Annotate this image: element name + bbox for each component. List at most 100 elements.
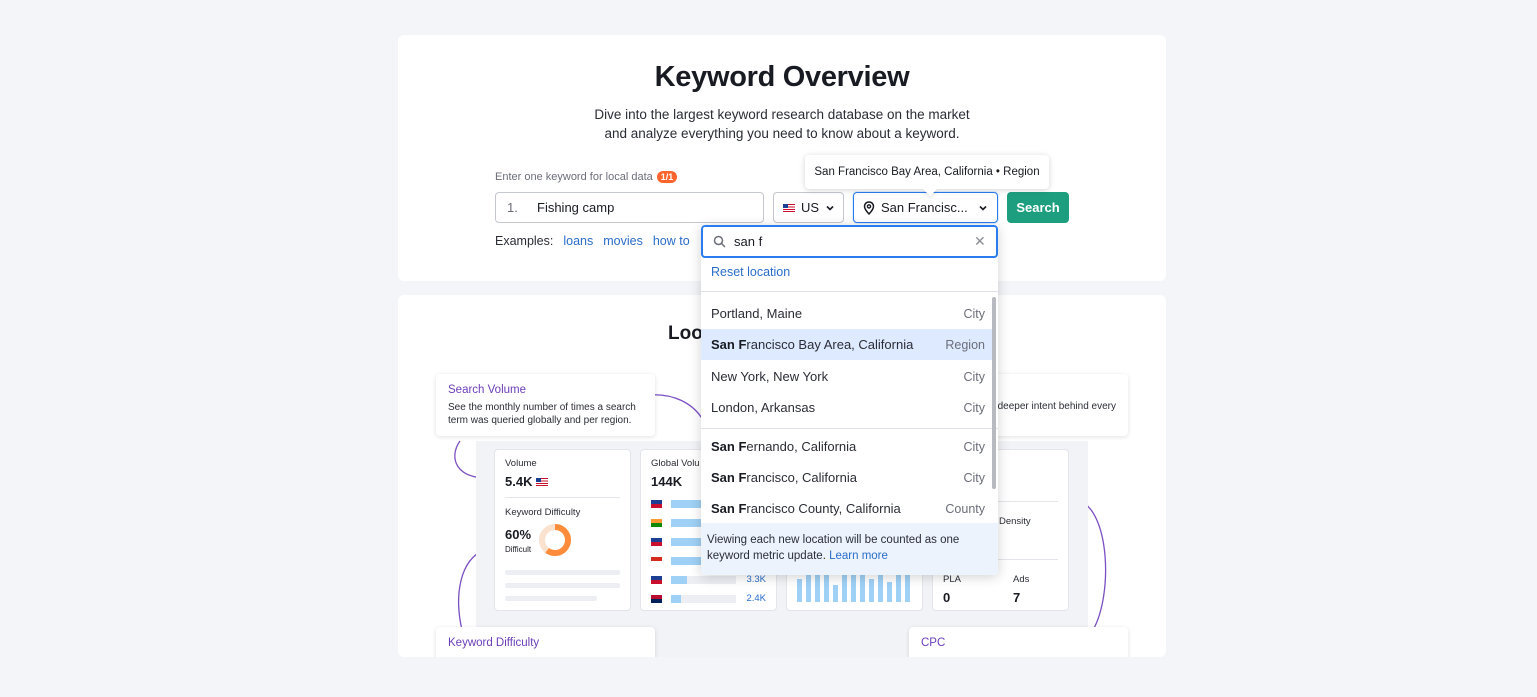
country-flag-icon xyxy=(651,538,662,546)
location-search-input[interactable]: san f ✕ xyxy=(701,225,998,258)
volume-value: 5.4K xyxy=(505,474,533,489)
dropdown-scrollbar[interactable] xyxy=(992,297,996,489)
country-volume-bar xyxy=(671,576,688,584)
location-query[interactable]: san f xyxy=(734,234,966,249)
location-option-rest: London, Arkansas xyxy=(711,400,816,415)
location-option[interactable]: San Fernando, California City xyxy=(701,431,995,462)
clear-icon[interactable]: ✕ xyxy=(974,233,996,250)
example-link-movies[interactable]: movies xyxy=(603,234,643,248)
keyword-row-number: 1. xyxy=(507,200,518,215)
page-title: Keyword Overview xyxy=(654,61,910,93)
location-option-match: San F xyxy=(711,439,747,454)
trend-bar xyxy=(869,578,874,602)
callout-keyword-difficulty: Keyword Difficulty xyxy=(436,627,655,657)
kd-donut-chart xyxy=(539,524,571,556)
location-option[interactable]: London, Arkansas City xyxy=(701,392,995,423)
keyword-value[interactable]: Fishing camp xyxy=(537,200,614,215)
country-flag-icon xyxy=(651,500,662,508)
country-volume-track xyxy=(671,595,736,603)
location-option-type: City xyxy=(963,470,985,485)
volume-value-row: 5.4K xyxy=(505,474,549,489)
keyword-input[interactable]: 1. Fishing camp xyxy=(495,192,764,223)
keyword-input-label: Enter one keyword for local data 1/1 xyxy=(495,171,678,183)
callout-cpc: CPC xyxy=(909,627,1128,657)
location-option-name: San Francisco, California xyxy=(711,470,857,485)
callout-search-volume-title: Search Volume xyxy=(448,384,526,396)
location-option-name: London, Arkansas xyxy=(711,400,815,415)
learn-more-link[interactable]: Learn more xyxy=(829,550,888,562)
location-option[interactable]: San Francisco County, California County xyxy=(701,493,995,524)
examples-label: Examples: xyxy=(495,234,554,248)
location-option-match: San F xyxy=(711,470,747,485)
kd-label: Keyword Difficulty xyxy=(505,507,581,518)
example-link-loans[interactable]: loans xyxy=(563,234,593,248)
location-option-type: Region xyxy=(945,337,985,352)
location-pin-icon xyxy=(863,200,875,215)
callout-keyword-difficulty-title: Keyword Difficulty xyxy=(448,637,540,649)
kd-value: 60% xyxy=(505,527,532,542)
reset-location-link[interactable]: Reset location xyxy=(711,265,790,279)
location-option-rest: rancisco Bay Area, California xyxy=(746,337,914,352)
chevron-down-icon xyxy=(979,205,987,211)
location-option-type: City xyxy=(963,369,985,384)
skeleton-line xyxy=(505,583,620,588)
location-option-name: San Francisco Bay Area, California xyxy=(711,337,913,352)
trend-bar xyxy=(896,575,901,602)
keyword-label-text: Enter one keyword for local data xyxy=(495,171,653,183)
subtitle-line-1: Dive into the largest keyword research d… xyxy=(594,107,970,122)
examples-row: Examples: loans movies how to xyxy=(495,234,690,248)
trend-bar xyxy=(887,582,892,602)
location-value: San Francisc... xyxy=(881,200,968,215)
trend-bar xyxy=(797,578,802,602)
trend-bar xyxy=(806,572,811,602)
trend-bar xyxy=(878,572,883,602)
location-option[interactable]: Portland, Maine City xyxy=(701,298,995,329)
location-tooltip: San Francisco Bay Area, California • Reg… xyxy=(805,155,1049,189)
volume-label: Volume xyxy=(505,458,537,469)
trend-bar xyxy=(842,572,847,602)
trend-bar xyxy=(824,572,829,602)
global-volume-label: Global Volu xyxy=(651,458,700,469)
location-option[interactable]: San Francisco Bay Area, California Region xyxy=(701,329,995,360)
location-option-match: San F xyxy=(711,337,747,352)
location-option-name: San Fernando, California xyxy=(711,439,856,454)
pla-label: PLA xyxy=(943,574,961,585)
us-flag-icon xyxy=(783,203,795,212)
country-flag-icon xyxy=(651,576,662,584)
trend-bar xyxy=(833,585,838,602)
location-option[interactable]: San Francisco, California City xyxy=(701,462,995,493)
location-option-name: Portland, Maine xyxy=(711,306,802,321)
location-usage-note: Viewing each new location will be counte… xyxy=(701,523,998,575)
country-volume-bar xyxy=(671,557,704,565)
ads-value: 7 xyxy=(1013,590,1021,605)
search-button[interactable]: Search xyxy=(1007,192,1069,223)
location-dropdown: san f ✕ Reset location Portland, Maine Ci… xyxy=(701,225,998,575)
location-option-type: City xyxy=(963,400,985,415)
country-select[interactable]: US xyxy=(773,192,844,223)
location-select[interactable]: San Francisc... xyxy=(853,192,998,223)
keyword-count-badge: 1/1 xyxy=(656,171,678,183)
location-option-match: San F xyxy=(711,501,747,516)
example-link-how-to[interactable]: how to xyxy=(653,234,690,248)
volume-card: Volume 5.4K Keyword Difficulty 60% Diffi… xyxy=(494,449,631,611)
us-flag-icon xyxy=(536,477,549,486)
trend-bar xyxy=(905,572,910,602)
divider xyxy=(505,497,620,498)
country-flag-icon xyxy=(651,519,662,527)
density-label: Density xyxy=(999,516,1031,527)
trend-bar xyxy=(851,575,856,602)
callout-search-volume: Search Volume See the monthly number of … xyxy=(436,374,655,436)
country-value: US xyxy=(801,200,820,215)
divider xyxy=(701,428,998,429)
location-option-rest: New York, New York xyxy=(711,369,829,384)
callout-cpc-title: CPC xyxy=(921,637,946,649)
country-flag-icon xyxy=(651,557,662,565)
location-option-rest: Portland, Maine xyxy=(711,306,803,321)
country-flag-icon xyxy=(651,595,662,603)
subtitle-line-2: and analyze everything you need to know … xyxy=(604,126,960,141)
trend-bar xyxy=(860,572,865,602)
location-option-rest: ernando, California xyxy=(746,439,857,454)
search-icon xyxy=(713,235,726,248)
trend-bar xyxy=(815,575,820,602)
location-option[interactable]: New York, New York City xyxy=(701,361,995,392)
